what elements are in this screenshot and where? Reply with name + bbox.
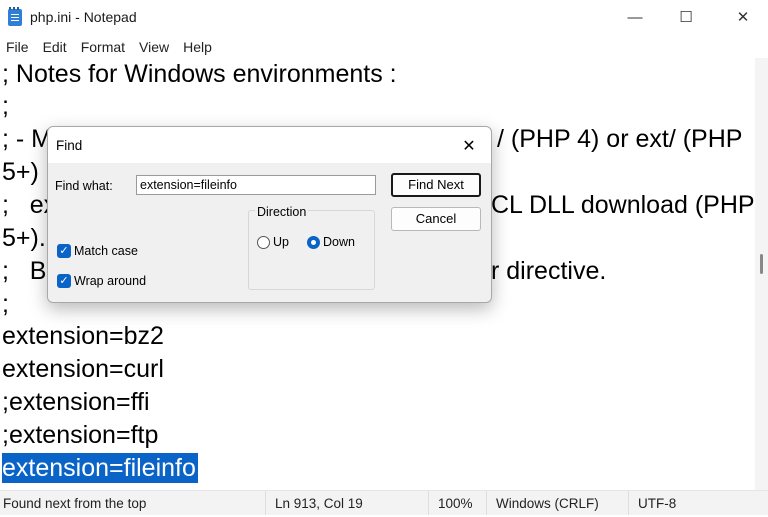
direction-label: Direction [255, 205, 309, 219]
direction-down-radio[interactable]: Down [307, 235, 355, 249]
close-icon[interactable]: ✕ [454, 133, 484, 159]
editor-line: ; [2, 290, 9, 318]
menu-help[interactable]: Help [176, 39, 219, 55]
close-window-button[interactable]: ✕ [718, 0, 768, 34]
menu-file[interactable]: File [0, 39, 36, 55]
status-encoding: UTF-8 [628, 491, 676, 515]
maximize-button[interactable]: ☐ [661, 0, 711, 34]
wrap-around-label: Wrap around [74, 274, 147, 288]
wrap-around-checkbox[interactable]: ✓ Wrap around [57, 274, 146, 288]
match-case-label: Match case [74, 244, 138, 258]
radio-button-icon[interactable] [257, 235, 270, 249]
checkmark-icon[interactable]: ✓ [57, 274, 71, 288]
find-next-button[interactable]: Find Next [391, 173, 481, 197]
status-bar: Found next from the top Ln 913, Col 19 1… [0, 490, 768, 515]
find-dialog-header: Find ✕ [48, 127, 491, 163]
find-dialog: Find ✕ Find what: Find Next Cancel Direc… [47, 126, 492, 303]
editor-line: extension=bz2 [2, 322, 164, 350]
match-case-checkbox[interactable]: ✓ Match case [57, 244, 138, 258]
radio-selected-icon[interactable] [307, 235, 320, 249]
editor-line: 5+). [2, 224, 46, 252]
selected-text: extension=fileinfo [2, 453, 198, 483]
find-what-label: Find what: [55, 179, 113, 193]
editor-line-fragment: / (PHP 4) or ext/ (PHP [497, 125, 743, 153]
editor-line: ;extension=ftp [2, 421, 159, 449]
status-zoom: 100% [428, 491, 473, 515]
minimize-button[interactable]: — [610, 0, 660, 34]
editor-line: ;extension=ffi [2, 388, 150, 416]
editor-line: ; - M [2, 125, 52, 153]
vertical-scrollbar[interactable] [755, 58, 768, 490]
menu-bar: File Edit Format View Help [0, 36, 768, 58]
window-title: php.ini - Notepad [30, 9, 137, 25]
title-bar: php.ini - Notepad — ☐ ✕ [0, 0, 768, 36]
menu-edit[interactable]: Edit [36, 39, 74, 55]
menu-view[interactable]: View [132, 39, 176, 55]
checkmark-icon[interactable]: ✓ [57, 244, 71, 258]
status-cursor-position: Ln 913, Col 19 [265, 491, 363, 515]
status-line-ending: Windows (CRLF) [486, 491, 599, 515]
direction-up-label: Up [273, 235, 289, 249]
direction-up-radio[interactable]: Up [257, 235, 289, 249]
status-message: Found next from the top [3, 496, 147, 511]
find-what-input[interactable] [136, 175, 376, 195]
editor-line: ; [2, 92, 9, 120]
editor-line-fragment: CL DLL download (PHP [491, 191, 755, 219]
scrollbar-thumb[interactable] [760, 254, 763, 274]
editor-line: 5+) [2, 158, 39, 186]
editor-line: ; Notes for Windows environments : [2, 60, 397, 88]
notepad-icon [8, 7, 22, 26]
find-dialog-body: Find what: Find Next Cancel Direction Up… [48, 163, 491, 302]
direction-down-label: Down [323, 235, 355, 249]
direction-group [248, 210, 375, 290]
editor-line: extension=curl [2, 355, 164, 383]
editor-line-fragment: r directive. [491, 257, 607, 285]
menu-format[interactable]: Format [74, 39, 132, 55]
cancel-button[interactable]: Cancel [391, 207, 481, 231]
find-dialog-title: Find [56, 138, 83, 153]
